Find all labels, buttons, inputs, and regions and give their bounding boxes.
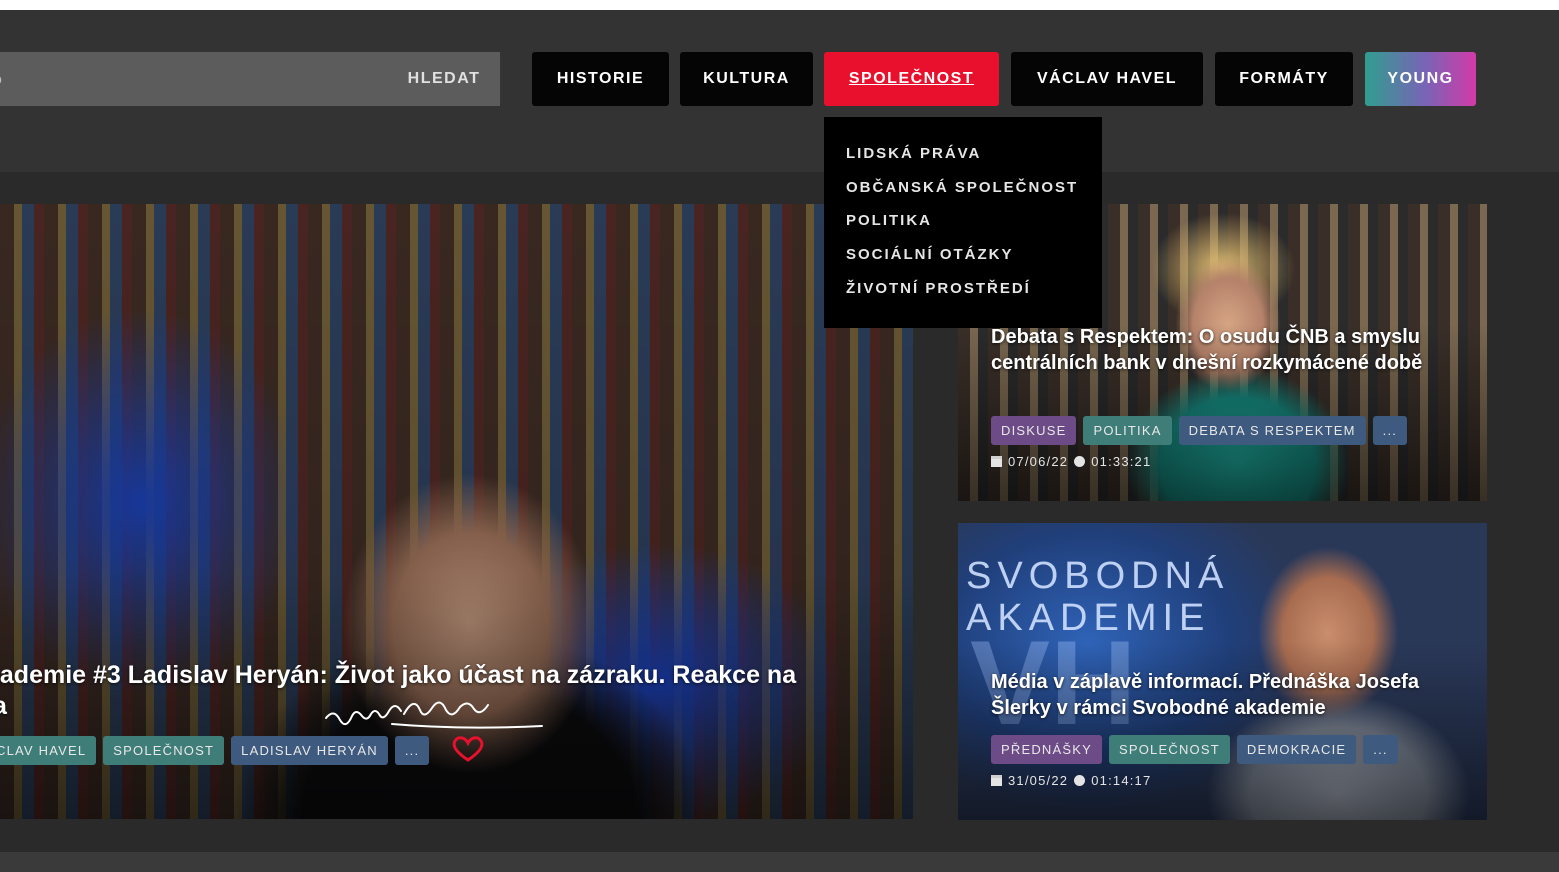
dropdown-item-politika[interactable]: POLITIKA — [824, 211, 1102, 245]
spolecnost-dropdown-menu: LIDSKÁ PRÁVA OBČANSKÁ SPOLEČNOST POLITIK… — [824, 117, 1102, 328]
havel-signature-icon — [325, 701, 543, 729]
search-button[interactable]: HLEDAT — [388, 52, 500, 106]
tag-more[interactable]: ... — [394, 736, 430, 765]
logo-line: SVOBODNÁ — [966, 555, 1230, 597]
tag[interactable]: DEMOKRACIE — [1236, 735, 1357, 764]
logo-line: AKADEMIE — [966, 597, 1211, 639]
tag-more[interactable]: ... — [1372, 416, 1408, 445]
nav-item-young[interactable]: YOUNG — [1365, 52, 1476, 106]
site-header: HLEDAT HISTORIE KULTURA SPOLEČNOST VÁCLA… — [0, 10, 1559, 172]
featured-tags: CLAV HAVEL SPOLEČNOST LADISLAV HERYÁN ..… — [0, 736, 430, 765]
dropdown-item-obcanska-spolecnost[interactable]: OBČANSKÁ SPOLEČNOST — [824, 178, 1102, 212]
card-meta: 07/06/22 01:33:21 — [991, 454, 1151, 469]
nav-item-formaty[interactable]: FORMÁTY — [1215, 52, 1353, 106]
clock-icon — [1074, 775, 1086, 786]
tag[interactable]: CLAV HAVEL — [0, 736, 97, 765]
svobodna-akademie-logo: SVOBODNÁ AKADEMIE — [966, 555, 1229, 639]
video-card[interactable]: VH SVOBODNÁ AKADEMIE Média v záplavě inf… — [958, 523, 1487, 820]
footer-strip — [0, 852, 1559, 872]
dropdown-item-lidska-prava[interactable]: LIDSKÁ PRÁVA — [824, 144, 1102, 178]
tag[interactable]: LADISLAV HERYÁN — [231, 736, 388, 765]
card-tags: PŘEDNÁŠKY SPOLEČNOST DEMOKRACIE ... — [991, 735, 1398, 764]
calendar-icon — [991, 456, 1002, 467]
card-duration: 01:33:21 — [1091, 454, 1152, 469]
card-date: 07/06/22 — [1008, 454, 1069, 469]
tag[interactable]: SPOLEČNOST — [1109, 735, 1230, 764]
search-bar: HLEDAT — [0, 52, 500, 106]
card-duration: 01:14:17 — [1091, 773, 1152, 788]
tag[interactable]: PŘEDNÁŠKY — [991, 735, 1102, 764]
dropdown-item-socialni-otazky[interactable]: SOCIÁLNÍ OTÁZKY — [824, 245, 1102, 279]
calendar-icon — [991, 775, 1002, 786]
tag-more[interactable]: ... — [1363, 735, 1398, 764]
tag[interactable]: DEBATA S RESPEKTEM — [1178, 416, 1366, 445]
card-date: 31/05/22 — [1008, 773, 1069, 788]
search-input[interactable] — [0, 52, 380, 106]
featured-video-card[interactable]: kademie #3 Ladislav Heryán: Život jako ú… — [0, 204, 913, 819]
nav-item-spolecnost[interactable]: SPOLEČNOST — [824, 52, 999, 106]
card-meta: 31/05/22 01:14:17 — [991, 773, 1151, 788]
card-tags: DISKUSE POLITIKA DEBATA S RESPEKTEM ... — [991, 416, 1408, 445]
dropdown-item-zivotni-prostredi[interactable]: ŽIVOTNÍ PROSTŘEDÍ — [824, 279, 1102, 313]
featured-title-line1: kademie #3 Ladislav Heryán: Život jako ú… — [0, 661, 797, 689]
card-title[interactable]: Média v záplavě informací. Přednáška Jos… — [991, 669, 1471, 721]
heart-icon — [452, 736, 484, 762]
tag[interactable]: SPOLEČNOST — [103, 736, 225, 765]
tag[interactable]: DISKUSE — [991, 416, 1077, 445]
nav-item-historie[interactable]: HISTORIE — [532, 52, 669, 106]
clock-icon — [1074, 456, 1086, 467]
nav-item-kultura[interactable]: KULTURA — [680, 52, 813, 106]
nav-item-vaclav-havel[interactable]: VÁCLAV HAVEL — [1011, 52, 1203, 106]
card-title[interactable]: Debata s Respektem: O osudu ČNB a smyslu… — [991, 324, 1471, 376]
tag[interactable]: POLITIKA — [1083, 416, 1172, 445]
